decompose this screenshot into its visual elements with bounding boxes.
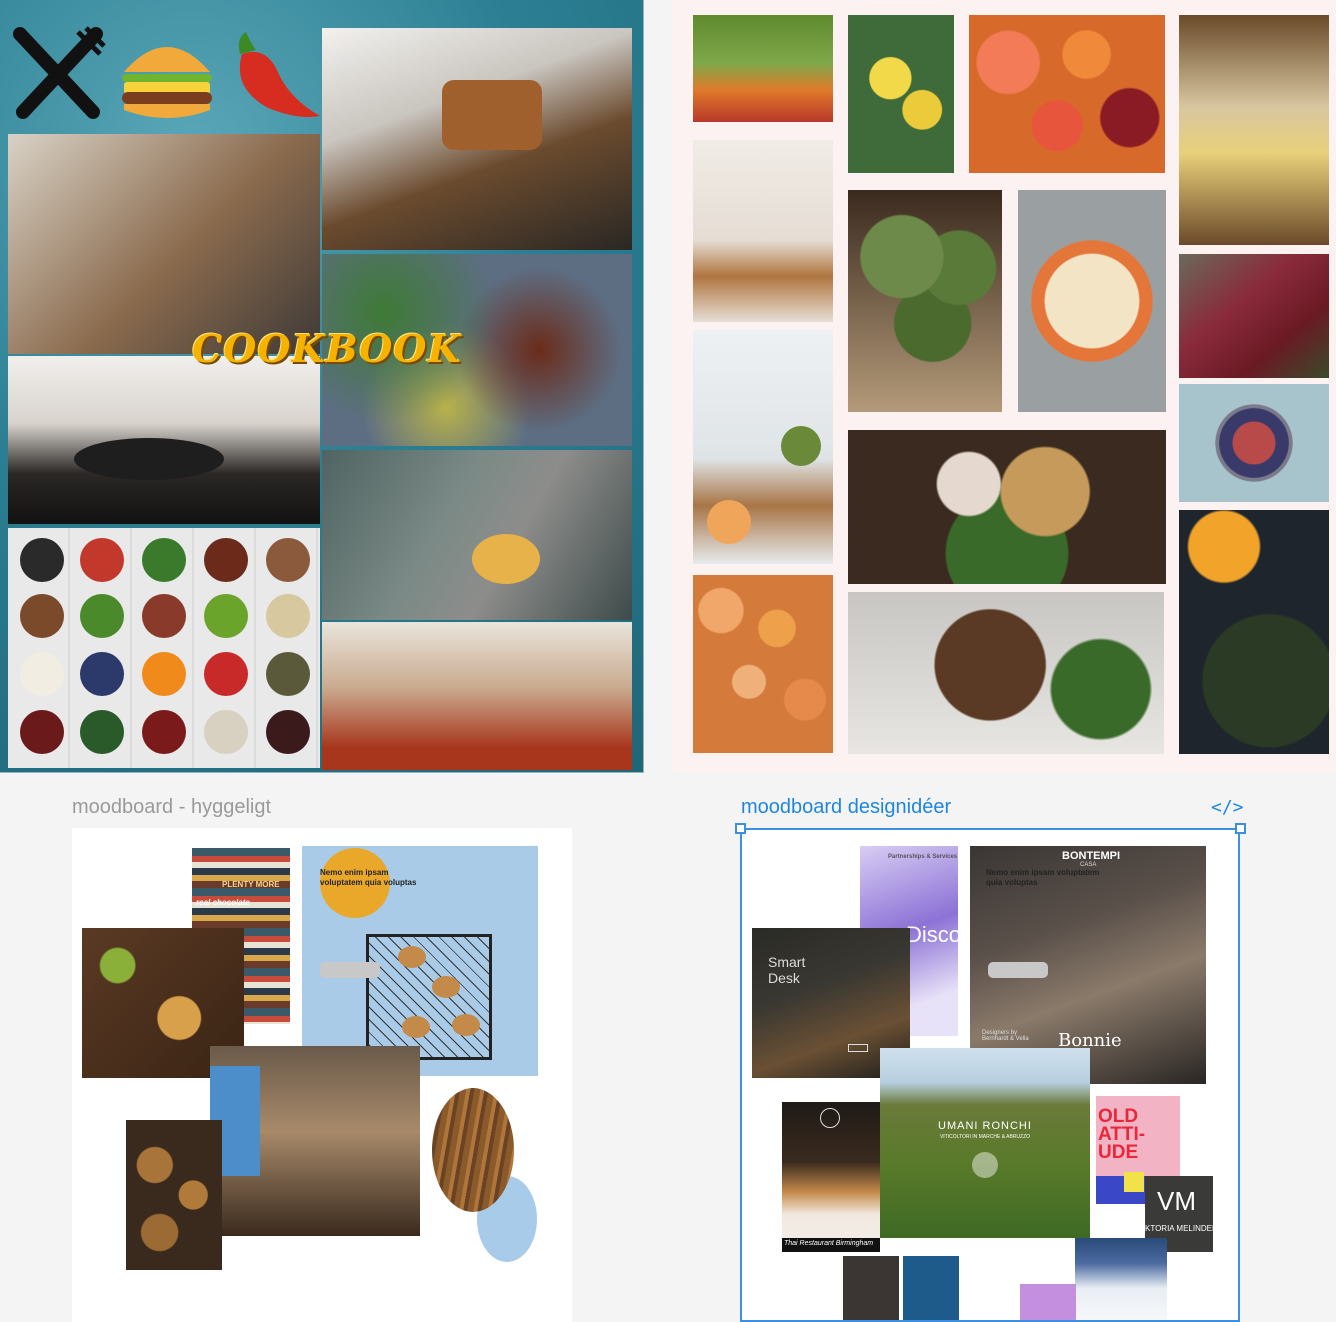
- salad-orange-juice-photo: [1179, 510, 1329, 754]
- placeholder-pill: [320, 962, 380, 978]
- couch-snacking-photo: [322, 450, 632, 620]
- wood-ellipse: [432, 1088, 514, 1212]
- copper-pot-photo: [322, 28, 632, 250]
- umani-sub: VITICOLTORI IN MARCHE & ABRUZZO: [939, 1134, 1031, 1140]
- resize-handle-top-left[interactable]: [735, 823, 746, 834]
- apricot-pile-photo: [693, 575, 833, 753]
- umani-play-button: [972, 1152, 998, 1178]
- garlic-potato-photo: [848, 430, 1166, 584]
- family-cooking-photo: [210, 1046, 420, 1236]
- pork-chop-photo: [848, 592, 1164, 754]
- placeholder-pill-2: [988, 962, 1048, 978]
- pancakes-berries-photo: [1179, 384, 1329, 502]
- grapefruit-pomegranate-photo: [969, 15, 1165, 173]
- frame-label-hyggeligt[interactable]: moodboard - hyggeligt: [72, 796, 271, 819]
- swatch-dark-brown: [843, 1256, 899, 1322]
- cookbook-title: COOKBOOK: [192, 326, 462, 371]
- design-caption: Nemo enim ipsam voluptatem quia voluptas: [986, 868, 1100, 887]
- smart-desk-title: Smart Desk: [768, 954, 806, 986]
- ramen-bowl-photo: [1018, 190, 1166, 412]
- viktoria-name: KTORIA MELINDER: [1145, 1224, 1213, 1233]
- swatch-blue: [903, 1256, 959, 1322]
- burger-icon: [122, 47, 212, 118]
- vegetables-photo: [693, 15, 833, 122]
- umani-title: UMANI RONCHI: [938, 1120, 1032, 1132]
- vm-logo: VM: [1157, 1186, 1196, 1216]
- hygge-caption: Nemo enim ipsam voluptatem quia voluptas: [320, 868, 417, 887]
- cinnamon-rolls-photo: [126, 1120, 222, 1270]
- cookies-photo: Nemo enim ipsam voluptatem quia voluptas: [302, 846, 538, 1076]
- book-spine-chocolate: real chocolate: [196, 898, 250, 907]
- moodboard-hyggeligt-frame[interactable]: PLENTY MORE real chocolate Nemo enim ips…: [72, 828, 572, 1322]
- family-pizza-photo: [322, 622, 632, 770]
- food-grid-frame[interactable]: [673, 0, 1336, 772]
- spice-bowls-photo: [8, 528, 320, 768]
- pan-cooking-photo: [8, 356, 320, 524]
- swatch-purple: [1020, 1284, 1076, 1322]
- resize-handle-top-right[interactable]: [1235, 823, 1246, 834]
- lemons-photo: [848, 15, 954, 173]
- designers-credit: Designers by Bernhardt & Vella: [982, 1030, 1029, 1042]
- book-spine-plenty-more: PLENTY MORE: [222, 880, 280, 889]
- artichokes-photo: [848, 190, 1002, 412]
- raw-steak-photo: [1179, 254, 1329, 378]
- cookbook-frame[interactable]: COOKBOOK: [0, 0, 644, 773]
- old-attitude-title: OLD ATTI- UDE: [1098, 1106, 1146, 1163]
- figs-photo: [693, 140, 833, 322]
- umani-ronchi-site: UMANI RONCHI VITICOLTORI IN MARCHE & ABR…: [880, 1048, 1090, 1238]
- father-son-cooking-photo: [8, 134, 320, 354]
- bontempi-logo: BONTEMPI: [1062, 850, 1121, 862]
- code-icon[interactable]: </>: [1211, 797, 1244, 818]
- thai-restaurant-site: Thai Restaurant Birmingham: [782, 1102, 880, 1252]
- snow-scene-photo: [1075, 1238, 1167, 1322]
- thai-footer-text: Thai Restaurant Birmingham: [784, 1240, 874, 1247]
- frame-label-designideer[interactable]: moodboard designidéer: [741, 796, 951, 819]
- apricots-branch-photo: [693, 330, 833, 564]
- moodboard-designideer-frame[interactable]: Partnerships & Services Discov BONTEMPI …: [740, 828, 1240, 1322]
- discover-heading: Discov: [906, 922, 958, 947]
- chili-pepper-icon: [238, 32, 320, 117]
- partnerships-nav: Partnerships & Services: [888, 854, 958, 860]
- honey-lemon-water-photo: [1179, 15, 1329, 245]
- fork-knife-icon: [13, 26, 106, 119]
